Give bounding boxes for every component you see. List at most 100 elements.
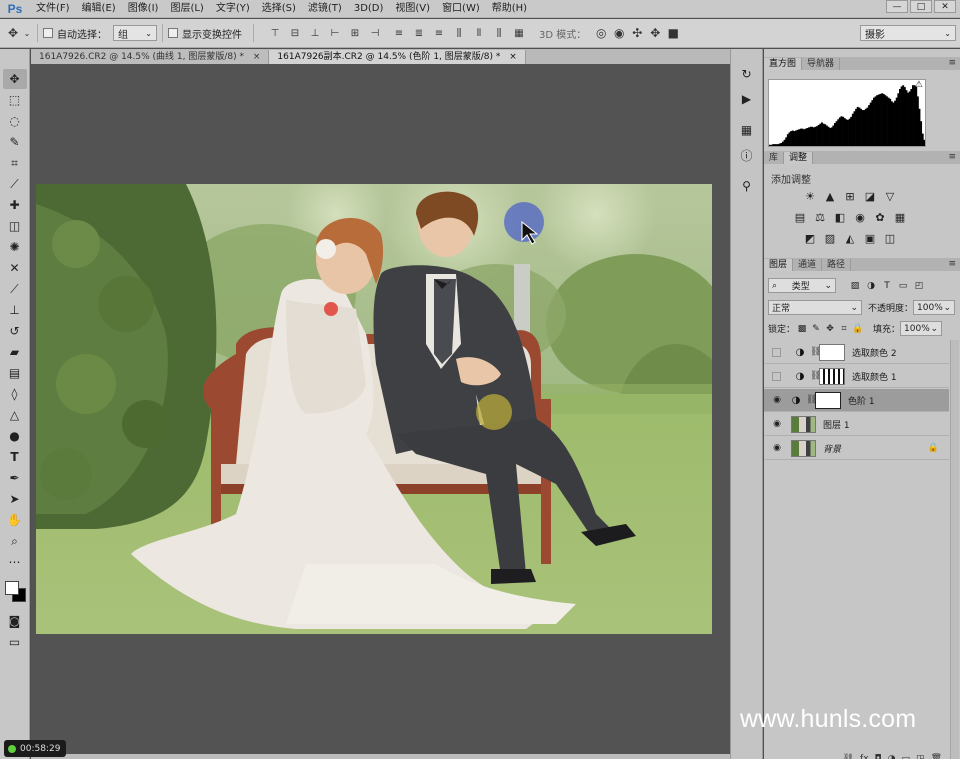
marquee-tool-icon[interactable]: ⬚ <box>3 90 27 110</box>
filter-smart-icon[interactable]: ◰ <box>912 279 926 293</box>
tab-channels[interactable]: 通道 <box>793 259 823 271</box>
fill-field[interactable]: 100% ⌄ <box>900 321 943 336</box>
info-panel-icon[interactable]: ⓘ <box>736 144 758 166</box>
3d-scale-icon[interactable]: ■ <box>664 24 682 42</box>
menu-filter[interactable]: 滤镜(T) <box>302 0 348 18</box>
menu-file[interactable]: 文件(F) <box>30 0 76 18</box>
color-balance-icon[interactable]: ⚖ <box>812 209 828 225</box>
layer-thumbnail[interactable] <box>791 415 816 433</box>
channel-mixer-icon[interactable]: ✿ <box>872 209 888 225</box>
path-select-tool-icon[interactable]: ➤ <box>3 489 27 509</box>
photo-filter-icon[interactable]: ◉ <box>852 209 868 225</box>
show-transform-checkbox[interactable] <box>168 28 178 38</box>
new-adjustment-icon[interactable]: ◑ <box>888 754 896 759</box>
layer-row[interactable]: ◉ 背景 🔒 <box>764 437 949 460</box>
chain-link-icon[interactable]: ⛓ <box>806 395 817 405</box>
quick-select-tool-icon[interactable]: ✎ <box>3 132 27 152</box>
pen-tool-icon[interactable]: ✒ <box>3 468 27 488</box>
history-panel-icon[interactable]: ↻ <box>736 63 758 85</box>
threshold-icon[interactable]: ◭ <box>842 230 858 246</box>
distribute-right-icon[interactable]: ⫼ <box>491 26 507 40</box>
warning-icon[interactable]: ⚠ <box>915 80 923 90</box>
align-hcenter-icon[interactable]: ⊞ <box>347 26 363 40</box>
tab-library[interactable]: 库 <box>764 152 785 164</box>
gradient-map-icon[interactable]: ▣ <box>862 230 878 246</box>
eyedropper-tool-icon[interactable]: ⟋ <box>3 174 27 194</box>
menu-image[interactable]: 图像(I) <box>122 0 165 18</box>
distribute-vcenter-icon[interactable]: ≣ <box>411 26 427 40</box>
hand-tool-icon[interactable]: ✋ <box>3 510 27 530</box>
distribute-bottom-icon[interactable]: ≡ <box>431 26 447 40</box>
blur-tool-icon[interactable]: ◊ <box>3 384 27 404</box>
lock-position-icon[interactable]: ✥ <box>823 322 837 336</box>
filter-adjustment-icon[interactable]: ◑ <box>864 279 878 293</box>
eye-icon[interactable]: ◉ <box>769 440 785 456</box>
panel-menu-icon[interactable]: ≡ <box>948 152 956 162</box>
color-lookup-icon[interactable]: ▦ <box>892 209 908 225</box>
3d-roll-icon[interactable]: ◉ <box>610 24 628 42</box>
actions-play-icon[interactable]: ▶ <box>736 88 758 110</box>
panel-menu-icon[interactable]: ≡ <box>948 58 956 68</box>
layer-row[interactable]: ◉ 图层 1 <box>764 413 949 436</box>
color-swatches[interactable] <box>3 579 27 605</box>
align-bottom-icon[interactable]: ⊥ <box>307 26 323 40</box>
healing-brush-tool-icon[interactable]: ✚ <box>3 195 27 215</box>
chevron-down-icon[interactable]: ⌄ <box>22 24 32 42</box>
black-white-icon[interactable]: ◧ <box>832 209 848 225</box>
more-tools-icon[interactable]: ⋯ <box>3 552 27 572</box>
tab-layers[interactable]: 图层 <box>764 259 794 271</box>
menu-select[interactable]: 选择(S) <box>256 0 302 18</box>
layer-row[interactable]: ◑ ⛓ 选取颜色 1 <box>764 365 949 388</box>
maximize-button[interactable]: □ <box>910 0 932 13</box>
swatches-panel-icon[interactable]: ▦ <box>736 119 758 141</box>
layer-mask-thumbnail[interactable] <box>819 343 845 361</box>
history-brush-tool-icon[interactable]: ↺ <box>3 321 27 341</box>
distribute-left-icon[interactable]: ⫼ <box>451 26 467 40</box>
new-group-icon[interactable]: ▭ <box>902 754 911 759</box>
visibility-toggle-off[interactable] <box>772 371 781 381</box>
link-layers-icon[interactable]: ⛓ <box>843 754 854 759</box>
screen-mode-icon[interactable]: ▭ <box>3 632 27 652</box>
align-top-icon[interactable]: ⊤ <box>267 26 283 40</box>
clone-source-icon[interactable]: ⚲ <box>736 175 758 197</box>
lock-pixels-icon[interactable]: ✎ <box>809 322 823 336</box>
menu-window[interactable]: 窗口(W) <box>436 0 486 18</box>
opacity-field[interactable]: 100% ⌄ <box>913 300 956 315</box>
tab-navigator[interactable]: 导航器 <box>802 58 841 70</box>
gradient-tool-icon[interactable]: ▤ <box>3 363 27 383</box>
close-icon[interactable]: × <box>509 52 517 62</box>
auto-select-dropdown[interactable]: 组 ⌄ <box>113 25 157 41</box>
exposure-icon[interactable]: ◪ <box>862 188 878 204</box>
fx-icon[interactable]: fx <box>860 754 869 759</box>
eraser-tool-icon[interactable]: ▰ <box>3 342 27 362</box>
lasso-tool-icon[interactable]: ◌ <box>3 111 27 131</box>
type-tool-icon[interactable]: T <box>3 447 27 467</box>
crop-tool-icon[interactable]: ⌗ <box>3 153 27 173</box>
curves-icon[interactable]: ⊞ <box>842 188 858 204</box>
tab-paths[interactable]: 路径 <box>822 259 852 271</box>
new-layer-icon[interactable]: ◳ <box>916 754 925 759</box>
align-right-icon[interactable]: ⊣ <box>367 26 383 40</box>
brush-tool-icon[interactable]: ⟋ <box>3 279 27 299</box>
patch-tool-icon[interactable]: ◫ <box>3 216 27 236</box>
menu-edit[interactable]: 编辑(E) <box>76 0 122 18</box>
eye-icon[interactable]: ◉ <box>769 392 785 408</box>
eye-icon[interactable]: ◉ <box>769 416 785 432</box>
menu-help[interactable]: 帮助(H) <box>486 0 533 18</box>
clone-stamp-tool-icon[interactable]: ⊥ <box>3 300 27 320</box>
move-tool-icon[interactable]: ✥ <box>2 69 27 89</box>
menu-type[interactable]: 文字(Y) <box>210 0 256 18</box>
filter-type-icon[interactable]: T <box>880 279 894 293</box>
document-tab[interactable]: 161A7926.CR2 @ 14.5% (曲线 1, 图层蒙版/8) * × <box>31 50 270 64</box>
filter-pixel-icon[interactable]: ▨ <box>848 279 862 293</box>
layer-row[interactable]: ◑ ⛓ 选取颜色 2 <box>764 341 949 364</box>
chain-link-icon[interactable]: ⛓ <box>810 371 821 381</box>
minimize-button[interactable]: — <box>886 0 908 13</box>
invert-icon[interactable]: ◩ <box>802 230 818 246</box>
quick-mask-icon[interactable]: ◙ <box>3 611 27 631</box>
blend-mode-dropdown[interactable]: 正常 ⌄ <box>768 300 862 315</box>
red-eye-tool-icon[interactable]: ✺ <box>3 237 27 257</box>
zoom-tool-icon[interactable]: ⌕ <box>3 531 27 551</box>
menu-view[interactable]: 视图(V) <box>389 0 436 18</box>
3d-orbit-icon[interactable]: ◎ <box>592 24 610 42</box>
